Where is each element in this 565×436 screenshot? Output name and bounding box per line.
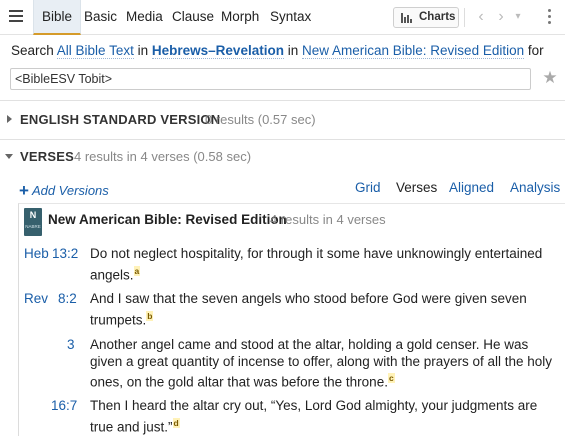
range-link[interactable]: Hebrews–Revelation [151,43,284,59]
tab-morph[interactable]: Morph [221,0,259,35]
view-tab-aligned[interactable]: Aligned [449,180,494,195]
add-versions-link[interactable]: + Add Versions [19,180,109,200]
section-verses-header[interactable]: VERSES 4 results in 4 verses (0.58 sec) [0,146,565,170]
section-esv-header[interactable]: ENGLISH STANDARD VERSION 0 results (0.57… [0,109,565,133]
search-query-text: <BibleESV Tobit> [15,72,113,86]
tab-clause[interactable]: Clause [172,0,214,35]
back-arrow-icon[interactable]: ‹ [474,8,488,26]
verse-reference[interactable]: 13:2 [52,246,78,261]
verse-reference[interactable]: 8:2 [58,291,77,306]
verse-body: And I saw that the seven angels who stoo… [90,291,527,327]
footnote-marker[interactable]: b [146,310,154,321]
expand-caret-icon [7,115,12,123]
verse-body: Another angel came and stood at the alta… [90,337,553,390]
verse-reference[interactable]: 3 [67,337,75,352]
history-dropdown-icon[interactable]: ▾ [511,8,525,26]
section-count: 4 results in 4 verses (0.58 sec) [74,149,252,164]
verse-text: Then I heard the altar cry out, “Yes, Lo… [90,398,560,436]
tab-bible[interactable]: Bible [33,0,82,35]
verse-text: Another angel came and stood at the alta… [90,337,560,391]
search-description: Search All Bible Text in Hebrews–Revelat… [11,43,544,59]
menu-icon[interactable] [9,10,23,22]
view-tab-grid[interactable]: Grid [355,180,381,195]
top-toolbar: Bible Basic Media Clause Morph Syntax Ch… [0,0,565,35]
verse-book[interactable]: Heb [24,246,49,261]
in-word-2: in [287,43,299,58]
divider [0,139,565,140]
view-tab-verses[interactable]: Verses [396,180,437,195]
collapse-caret-icon [5,154,13,159]
verse-body: Then I heard the altar cry out, “Yes, Lo… [90,398,538,434]
tab-syntax[interactable]: Syntax [270,0,311,35]
result-version-title[interactable]: New American Bible: Revised Edition [48,212,287,227]
book-cover-letter: N [29,210,37,220]
bar-chart-icon [401,13,413,23]
version-link[interactable]: New American Bible: Revised Edition [302,43,525,59]
toolbar-divider [464,8,465,27]
charts-button[interactable]: Charts [393,7,459,28]
footnote-marker[interactable]: a [133,265,141,276]
footnote-marker[interactable]: d [172,417,180,428]
verse-book[interactable]: Rev [24,291,48,306]
more-options-icon[interactable] [547,9,553,25]
search-prefix: Search [11,43,54,58]
tab-media[interactable]: Media [126,0,163,35]
footnote-marker[interactable]: c [387,373,395,383]
search-input[interactable]: <BibleESV Tobit> [10,68,531,90]
add-versions-label: Add Versions [31,183,109,198]
verse-body: Do not neglect hospitality, for through … [90,246,543,282]
in-word: in [137,43,149,58]
for-word: for [527,43,544,58]
verse-reference[interactable]: 16:7 [51,398,77,413]
verse-text: And I saw that the seven angels who stoo… [90,291,560,329]
result-count: 4 results in 4 verses [270,212,386,227]
forward-arrow-icon[interactable]: › [494,8,508,26]
charts-label: Charts [419,11,456,23]
verse-text: Do not neglect hospitality, for through … [90,246,560,284]
section-title: ENGLISH STANDARD VERSION [20,112,221,127]
section-title: VERSES [20,149,74,164]
book-cover-icon: N NABRE [24,208,42,236]
view-tab-analysis[interactable]: Analysis [510,180,560,195]
tab-basic[interactable]: Basic [84,0,117,35]
section-count: 0 results (0.57 sec) [205,112,316,127]
plus-icon: + [19,181,29,200]
scope-link[interactable]: All Bible Text [56,43,134,59]
favorite-star-icon[interactable]: ★ [541,68,559,88]
book-cover-caption: NABRE [25,224,41,229]
divider [0,100,565,101]
